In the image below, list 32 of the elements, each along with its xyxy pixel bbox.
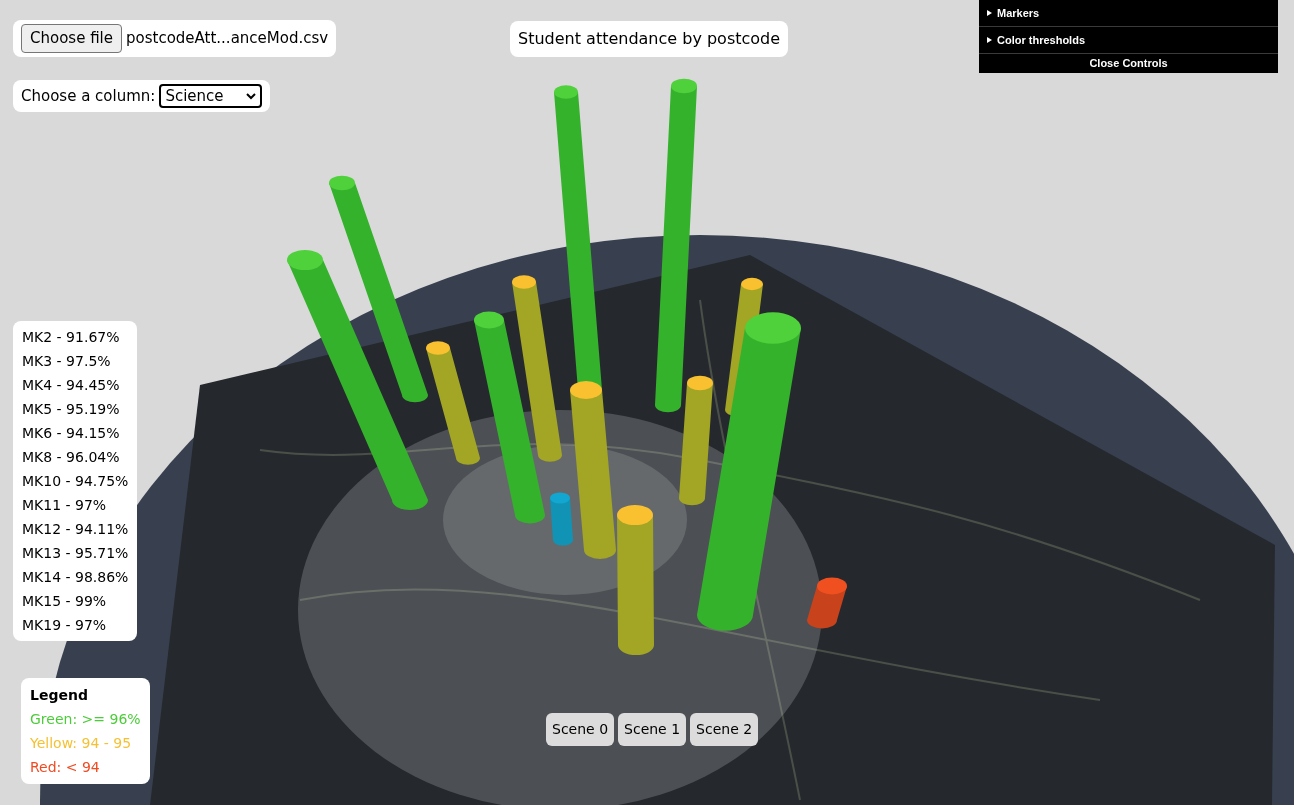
controls-folder[interactable]: Color thresholds	[979, 27, 1278, 54]
file-name: postcodeAtt...anceMod.csv	[126, 28, 329, 49]
column-label: Choose a column:	[21, 85, 156, 107]
close-controls-button[interactable]: Close Controls	[979, 54, 1278, 73]
chevron-down-icon	[246, 92, 257, 100]
legend-item: Red: < 94	[30, 758, 101, 777]
legend-item: Yellow: 94 - 95	[30, 734, 133, 753]
postcode-value: MK12 - 94.11%	[22, 520, 129, 539]
scene-button[interactable]: Scene 2	[690, 713, 759, 746]
triangle-icon	[987, 10, 992, 16]
scene-button[interactable]: Scene 1	[618, 713, 687, 746]
postcode-value: MK3 - 97.5%	[22, 352, 112, 371]
postcode-value: MK6 - 94.15%	[22, 424, 121, 443]
postcode-value: MK5 - 95.19%	[22, 400, 121, 419]
legend-title: Legend	[30, 686, 89, 705]
triangle-icon	[987, 37, 992, 43]
postcode-value: MK11 - 97%	[22, 496, 108, 515]
postcode-value: MK15 - 99%	[22, 592, 108, 611]
chart-title: Student attendance by postcode	[510, 21, 789, 57]
postcode-value: MK8 - 96.04%	[22, 448, 121, 467]
cylinder-marker	[807, 577, 847, 629]
postcode-value: MK2 - 91.67%	[22, 328, 121, 347]
postcode-value: MK14 - 98.86%	[22, 568, 129, 587]
postcode-value: MK19 - 97%	[22, 616, 108, 635]
legend-item: Green: >= 96%	[30, 710, 141, 729]
scene-button[interactable]: Scene 0	[546, 713, 615, 746]
controls-folder[interactable]: Markers	[979, 0, 1278, 27]
postcode-value: MK4 - 94.45%	[22, 376, 121, 395]
postcode-value: MK13 - 95.71%	[22, 544, 129, 563]
choose-file-button[interactable]: Choose file	[21, 24, 122, 53]
postcode-value: MK10 - 94.75%	[22, 472, 129, 491]
column-select[interactable]: Science	[159, 84, 263, 108]
